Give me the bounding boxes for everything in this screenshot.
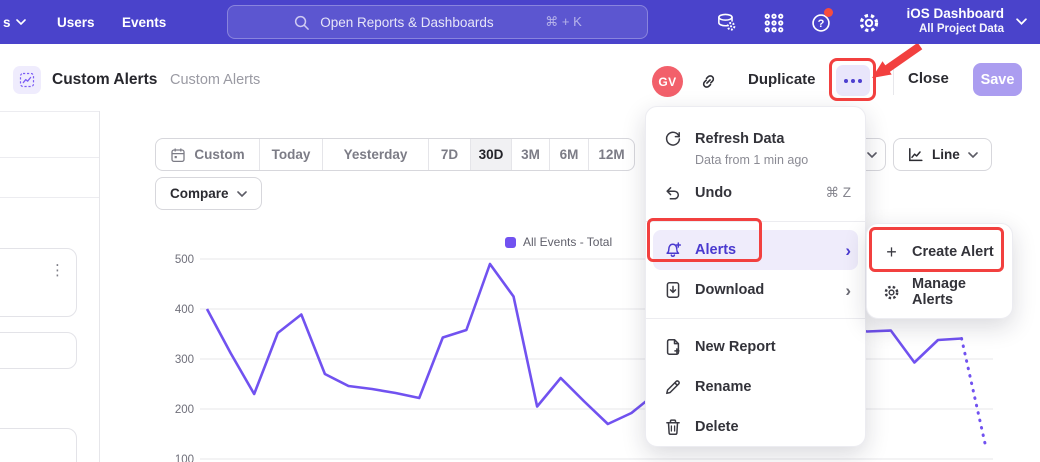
data-management-icon[interactable] (715, 12, 737, 34)
search-icon (293, 14, 310, 31)
plus-icon: + (883, 242, 900, 263)
range-3m[interactable]: 3M (511, 139, 549, 170)
range-label: Custom (194, 147, 244, 162)
calendar-icon (170, 147, 186, 163)
submenu-chevron-icon: › (845, 242, 851, 259)
report-type-icon (13, 66, 41, 94)
chevron-down-icon (237, 191, 247, 197)
report-header: Custom Alerts Custom Alerts GV Duplicate… (0, 44, 1040, 111)
breadcrumb: Custom Alerts (170, 72, 260, 88)
menu-item-delete[interactable]: Delete (646, 407, 865, 447)
search-input[interactable] (320, 15, 535, 30)
nav-item-events[interactable]: Events (122, 0, 166, 44)
duplicate-button[interactable]: Duplicate (748, 71, 816, 88)
close-button[interactable]: Close (908, 70, 949, 87)
compare-button[interactable]: Compare (155, 177, 262, 210)
compare-label: Compare (170, 186, 229, 201)
list-item[interactable] (0, 332, 77, 369)
menu-item-label: Alerts (695, 242, 832, 258)
line-chart-icon (907, 146, 924, 163)
range-yesterday[interactable]: Yesterday (322, 139, 428, 170)
settings-gear-icon[interactable] (858, 12, 880, 34)
divider (893, 66, 894, 95)
menu-item-label: Undo (695, 185, 813, 201)
project-selector[interactable]: iOS Dashboard All Project Data (906, 5, 1004, 37)
date-range-control: Custom Today Yesterday 7D 30D 3M 6M 12M (155, 138, 635, 171)
menu-item-alerts[interactable]: Alerts › (653, 230, 858, 270)
list-item[interactable] (0, 428, 77, 462)
y-axis-tick: 400 (175, 304, 194, 316)
nav-item-label: s (3, 15, 11, 30)
panel-divider (99, 111, 100, 462)
more-options-button[interactable] (836, 65, 870, 96)
menu-item-label: New Report (695, 339, 851, 355)
context-menu: Refresh Data Data from 1 min ago Undo ⌘ … (645, 106, 866, 447)
undo-icon (664, 184, 682, 202)
y-axis-tick: 500 (175, 254, 194, 266)
submenu-item-label: Manage Alerts (912, 276, 1000, 308)
search-shortcut: ⌘ + K (545, 14, 582, 30)
ellipsis-icon (844, 79, 848, 83)
chart-type-label: Line (932, 147, 960, 162)
nav-item-users[interactable]: Users (57, 0, 95, 44)
left-panel: ⋮ (0, 111, 100, 462)
submenu-item-manage-alerts[interactable]: Manage Alerts (867, 272, 1012, 312)
bell-plus-icon (664, 241, 682, 259)
y-axis-tick: 100 (175, 454, 194, 462)
apps-grid-icon[interactable] (763, 12, 785, 34)
download-icon (664, 281, 682, 299)
chevron-down-icon (968, 152, 978, 158)
menu-item-rename[interactable]: Rename (646, 367, 865, 407)
nav-item-label: Events (122, 15, 166, 30)
share-link-icon[interactable] (699, 72, 718, 91)
list-item[interactable] (0, 248, 77, 317)
range-30d-selected[interactable]: 30D (470, 139, 511, 170)
page-title: Custom Alerts (52, 71, 157, 89)
range-today[interactable]: Today (259, 139, 322, 170)
submenu-chevron-icon: › (845, 282, 851, 299)
y-axis-tick: 200 (175, 404, 194, 416)
undo-shortcut: ⌘ Z (826, 185, 852, 201)
refresh-icon (664, 130, 682, 148)
svg-text:?: ? (818, 18, 825, 30)
nav-item-label: Users (57, 15, 95, 30)
range-custom[interactable]: Custom (156, 139, 259, 170)
project-scope: All Project Data (906, 22, 1004, 37)
top-nav: s Users Events ⌘ + K (0, 0, 1040, 44)
chevron-down-icon (1016, 18, 1027, 25)
project-name: iOS Dashboard (906, 5, 1004, 22)
menu-item-label: Download (695, 282, 832, 298)
menu-item-new-report[interactable]: New Report (646, 327, 865, 367)
chart-type-button[interactable]: Line (893, 138, 992, 171)
menu-item-label: Refresh Data (695, 131, 851, 147)
avatar[interactable]: GV (652, 66, 683, 97)
menu-item-label: Delete (695, 419, 851, 435)
save-button[interactable]: Save (973, 63, 1022, 96)
notification-badge (824, 8, 833, 17)
pencil-icon (664, 378, 682, 396)
app-window: s Users Events ⌘ + K (0, 0, 1040, 462)
gear-icon (883, 284, 900, 301)
menu-item-label: Rename (695, 379, 851, 395)
menu-divider (646, 221, 865, 222)
submenu-item-label: Create Alert (912, 244, 994, 260)
range-6m[interactable]: 6M (549, 139, 588, 170)
chevron-down-icon (867, 152, 877, 158)
range-7d[interactable]: 7D (428, 139, 470, 170)
submenu-item-create-alert[interactable]: + Create Alert (867, 232, 1012, 272)
chevron-down-icon (16, 19, 26, 25)
refresh-data-subtitle: Data from 1 min ago (646, 153, 865, 173)
y-axis-tick: 300 (175, 354, 194, 366)
nav-item-truncated[interactable]: s (3, 0, 26, 44)
kebab-menu-icon[interactable]: ⋮ (50, 261, 66, 279)
alerts-submenu: + Create Alert Manage Alerts (866, 223, 1013, 319)
trash-icon (664, 418, 682, 436)
global-search[interactable]: ⌘ + K (227, 5, 648, 39)
menu-item-undo[interactable]: Undo ⌘ Z (646, 173, 865, 213)
range-12m[interactable]: 12M (588, 139, 634, 170)
series-line-forecast-dotted[interactable] (962, 339, 986, 445)
menu-divider (646, 318, 865, 319)
file-plus-icon (664, 338, 682, 356)
menu-item-download[interactable]: Download › (646, 270, 865, 310)
